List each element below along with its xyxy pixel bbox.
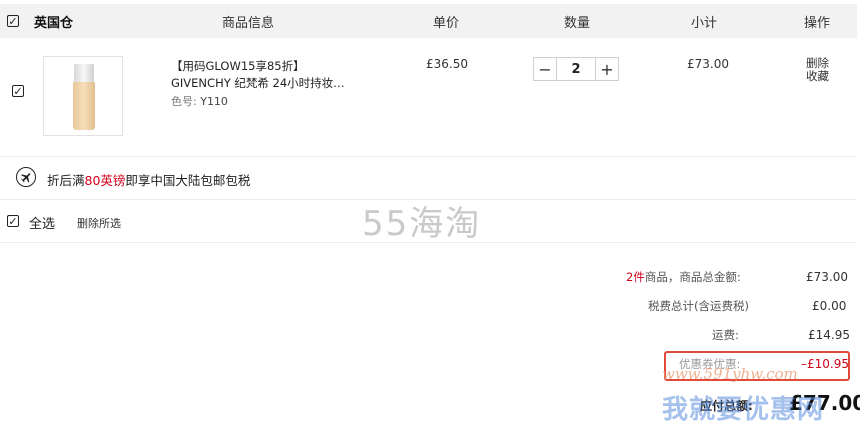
item-subtotal: £73.00 [687, 57, 729, 71]
cart-header: ✓ 英国仓 商品信息 单价 数量 小计 操作 [0, 4, 857, 38]
increase-quantity-button[interactable]: + [595, 58, 618, 80]
warehouse-label: 英国仓 [34, 15, 74, 31]
shipping-label: 运费: [712, 328, 739, 342]
checkbox-checked-icon[interactable]: ✓ [7, 15, 19, 27]
select-all-checkbox[interactable]: ✓ [7, 215, 19, 227]
site-watermark: 55海淘 [362, 204, 482, 244]
product-thumbnail[interactable] [43, 56, 123, 136]
goods-total-value: £73.00 [806, 270, 848, 284]
item-checkbox[interactable]: ✓ [12, 85, 24, 97]
notice-prefix: 折后满 [47, 173, 85, 188]
unit-price: £36.50 [426, 57, 468, 71]
airplane-icon [16, 167, 36, 187]
slogan-watermark: 我就要优惠网 [662, 395, 825, 425]
column-header-price: 单价 [433, 15, 460, 31]
shade-value: Y110 [200, 95, 228, 108]
quantity-stepper: − 2 + [533, 57, 619, 81]
url-watermark: www.591yhw.com [662, 365, 798, 383]
column-header-info: 商品信息 [222, 15, 275, 31]
tax-label: 税费总计(含运费税) [648, 299, 749, 313]
delete-selected-link[interactable]: 删除所选 [77, 215, 121, 231]
product-name-line: GIVENCHY 纪梵希 24小时持妆… [171, 76, 345, 90]
shipping-value: £14.95 [808, 328, 850, 342]
notice-threshold: 80英镑 [84, 173, 126, 188]
notice-text: 折后满80英镑即享中国大陆包邮包税 [47, 170, 250, 189]
product-shade: 色号: Y110 [171, 93, 228, 109]
product-promo-line: 【用码GLOW15享85折】 [171, 59, 305, 73]
decrease-quantity-button[interactable]: − [534, 58, 557, 80]
goods-total-label: 2件商品，商品总金额: [626, 269, 741, 285]
column-header-subtotal: 小计 [691, 15, 718, 31]
notice-suffix: 即享中国大陆包邮包税 [125, 173, 251, 188]
cart-item-row: ✓ 【用码GLOW15享85折】 GIVENCHY 纪梵希 24小时持妆… 色号… [0, 38, 857, 157]
quantity-input[interactable]: 2 [557, 58, 595, 80]
tax-value: £0.00 [812, 299, 847, 313]
free-shipping-notice: 折后满80英镑即享中国大陆包邮包税 [0, 157, 857, 200]
save-item-link[interactable]: 收藏 [806, 70, 829, 83]
item-count: 2件 [626, 270, 645, 284]
column-header-action: 操作 [804, 15, 831, 31]
column-header-quantity: 数量 [564, 15, 591, 31]
header-select-all-checkbox[interactable]: ✓ [7, 4, 19, 38]
product-title[interactable]: 【用码GLOW15享85折】 GIVENCHY 纪梵希 24小时持妆… [171, 58, 371, 92]
shade-label: 色号: [171, 95, 197, 108]
select-all-label[interactable]: 全选 [29, 213, 55, 232]
goods-total-text: 商品，商品总金额: [644, 270, 741, 284]
coupon-value: –£10.95 [801, 357, 849, 371]
item-actions: 删除 收藏 [806, 57, 829, 83]
foundation-bottle-image [73, 64, 95, 130]
